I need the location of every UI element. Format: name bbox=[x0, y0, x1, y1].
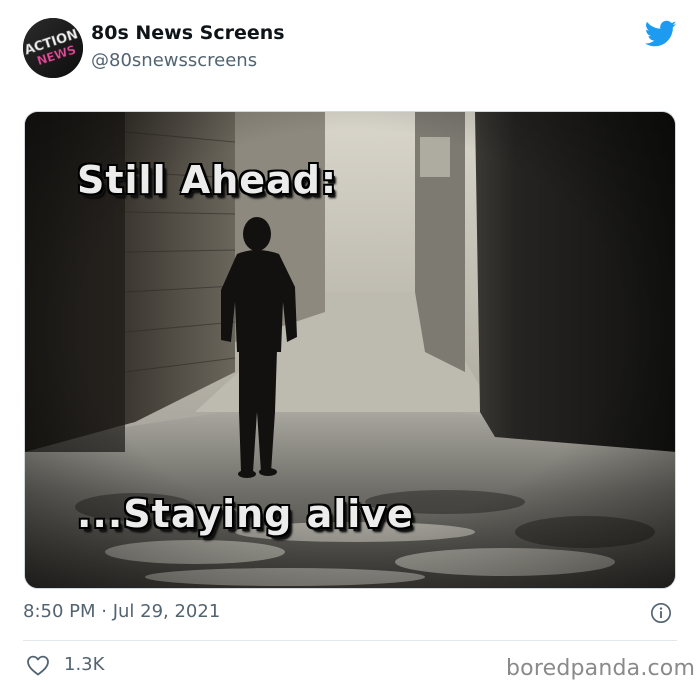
tweet-media-image[interactable]: Still Ahead: ...Staying alive bbox=[24, 111, 676, 589]
caption-still-ahead: Still Ahead: bbox=[77, 158, 338, 202]
info-icon[interactable] bbox=[650, 602, 672, 624]
tweet-timestamp[interactable]: 8:50 PM · Jul 29, 2021 bbox=[23, 601, 220, 622]
like-count[interactable]: 1.3K bbox=[64, 654, 104, 675]
boredpanda-watermark: boredpanda.com bbox=[506, 656, 696, 681]
divider bbox=[23, 640, 677, 641]
tweet-card: ACTION NEWS 80s News Screens @80snewsscr… bbox=[0, 0, 700, 694]
display-name[interactable]: 80s News Screens bbox=[91, 22, 285, 44]
user-handle[interactable]: @80snewsscreens bbox=[91, 50, 257, 71]
action-news-logo-icon: ACTION NEWS bbox=[23, 18, 83, 78]
heart-icon[interactable] bbox=[26, 654, 50, 676]
avatar[interactable]: ACTION NEWS bbox=[23, 18, 83, 78]
twitter-bird-icon[interactable] bbox=[645, 20, 677, 48]
caption-staying-alive: ...Staying alive bbox=[77, 492, 414, 536]
